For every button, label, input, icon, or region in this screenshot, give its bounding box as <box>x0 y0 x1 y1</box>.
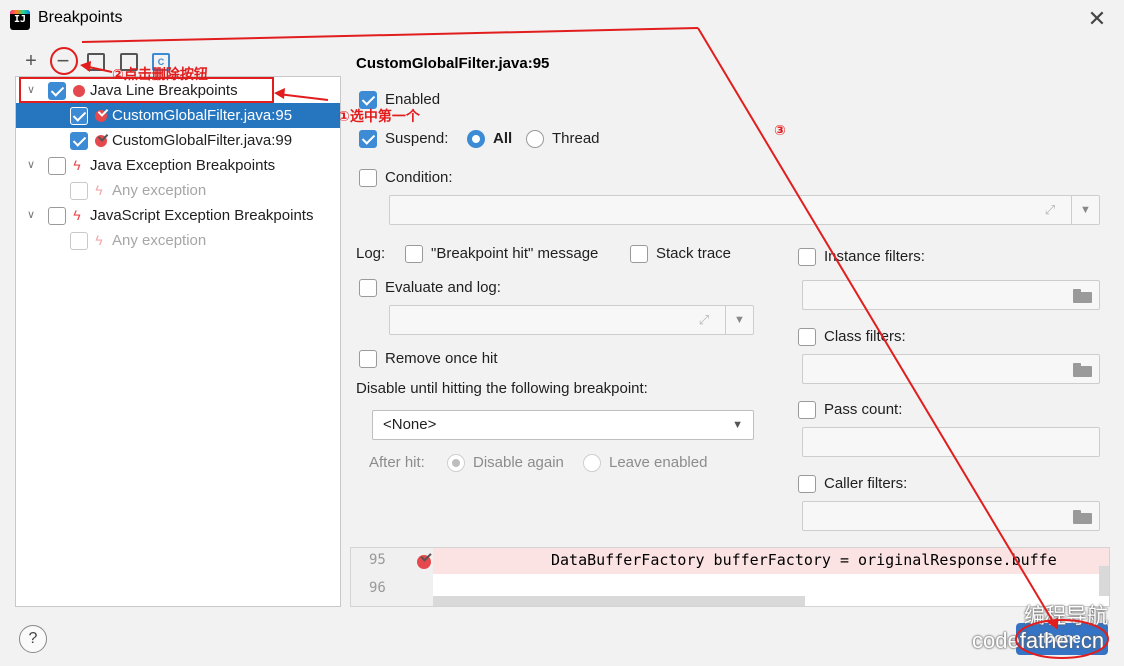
checkbox[interactable] <box>48 207 66 225</box>
annotation-step3: ③ <box>774 122 786 138</box>
log-message-label: "Breakpoint hit" message <box>431 245 599 262</box>
checkbox[interactable] <box>48 82 66 100</box>
checkbox[interactable] <box>798 475 816 493</box>
code-line-text: DataBufferFactory bufferFactory = origin… <box>551 551 1057 569</box>
window-title: Breakpoints <box>38 9 123 26</box>
checkbox[interactable] <box>359 169 377 187</box>
stack-trace-label: Stack trace <box>656 245 732 262</box>
chevron-down-icon[interactable]: ∨ <box>24 203 38 228</box>
leave-enabled-label: Leave enabled <box>609 454 708 471</box>
folder-icon[interactable] <box>1073 289 1093 303</box>
title-bar <box>0 0 1124 40</box>
tree-row-label: Java Exception Breakpoints <box>90 157 276 174</box>
suspend-label: Suspend: <box>385 130 449 147</box>
caller-filters-label: Caller filters: <box>824 475 908 492</box>
chevron-down-icon: ▼ <box>732 419 743 431</box>
tree-row-label: CustomGlobalFilter.java:95 <box>112 107 293 124</box>
checkbox[interactable] <box>359 130 377 148</box>
instance-filters-field[interactable] <box>802 280 1100 310</box>
condition-label: Condition: <box>385 169 453 186</box>
annotation-step1: ①选中第一个 <box>338 108 420 124</box>
pass-count-label: Pass count: <box>824 401 903 418</box>
annotation-step2: ②点击删除按钮 <box>112 66 208 82</box>
checkbox[interactable] <box>359 350 377 368</box>
line-breakpoint-icon <box>95 135 107 147</box>
log-label-row: Log: <box>356 243 385 265</box>
after-hit-label: After hit: <box>369 454 425 471</box>
lightning-icon: ϟ <box>73 207 81 223</box>
tree-row-label: CustomGlobalFilter.java:99 <box>112 132 293 149</box>
pass-count-field[interactable] <box>802 427 1100 457</box>
suspend-thread-label: Thread <box>552 130 600 147</box>
watermark-line2: codefather.cn <box>972 628 1105 653</box>
log-label: Log: <box>356 245 386 262</box>
close-icon[interactable]: ✕ <box>1086 6 1108 32</box>
condition-field[interactable]: ⤢ ▼ <box>389 195 1100 225</box>
suspend-all-label: All <box>493 130 513 147</box>
checkbox[interactable] <box>70 182 88 200</box>
remove-breakpoint-button[interactable]: − <box>52 50 74 72</box>
breakpoint-title: CustomGlobalFilter.java:95 <box>356 55 550 72</box>
tree-row-javascript-exception-breakpoints[interactable]: ∨ ϟ JavaScript Exception Breakpoints <box>16 203 340 228</box>
chevron-down-icon[interactable]: ▼ <box>1071 196 1099 224</box>
checkbox[interactable] <box>405 245 423 263</box>
tree-row-any-exception-js[interactable]: ϟ Any exception <box>16 228 340 253</box>
chevron-down-icon[interactable]: ▼ <box>725 306 753 334</box>
horizontal-scrollbar[interactable] <box>433 596 805 606</box>
chevron-down-icon[interactable]: ∨ <box>24 78 38 103</box>
class-filters-label: Class filters: <box>824 328 906 345</box>
radio-button[interactable] <box>447 454 465 472</box>
checkbox[interactable] <box>630 245 648 263</box>
checkbox[interactable] <box>48 157 66 175</box>
checkbox[interactable] <box>798 248 816 266</box>
lightning-icon: ϟ <box>73 157 81 173</box>
help-button[interactable]: ? <box>19 625 47 653</box>
add-breakpoint-button[interactable]: + <box>20 50 42 72</box>
radio-button[interactable] <box>583 454 601 472</box>
disable-again-label: Disable again <box>473 454 564 471</box>
disable-until-label: Disable until hitting the following brea… <box>356 380 648 397</box>
checkbox[interactable] <box>798 328 816 346</box>
instance-filters-label: Instance filters: <box>824 248 925 265</box>
class-filters-field[interactable] <box>802 354 1100 384</box>
tree-row-label: Any exception <box>112 182 207 199</box>
evaluate-log-field[interactable]: ⤢ ▼ <box>389 305 754 335</box>
disable-until-select[interactable]: <None> ▼ <box>372 410 754 440</box>
checkbox[interactable] <box>359 279 377 297</box>
lightning-icon: ϟ <box>95 232 103 248</box>
lightning-icon: ϟ <box>95 182 103 198</box>
line-breakpoint-icon <box>95 110 107 122</box>
vertical-scrollbar[interactable] <box>1099 566 1109 596</box>
disable-until-value: <None> <box>383 416 437 433</box>
intellij-app-icon: IJ <box>10 10 30 30</box>
tree-row-label: Any exception <box>112 232 207 249</box>
tree-row-breakpoint-99[interactable]: CustomGlobalFilter.java:99 <box>16 128 340 153</box>
tree-row-java-exception-breakpoints[interactable]: ∨ ϟ Java Exception Breakpoints <box>16 153 340 178</box>
line-breakpoint-icon <box>417 555 431 569</box>
group-by-package-icon[interactable] <box>87 53 105 71</box>
tree-row-label: JavaScript Exception Breakpoints <box>90 207 314 224</box>
line-number: 95 <box>369 552 386 568</box>
chevron-down-icon[interactable]: ∨ <box>24 153 38 178</box>
checkbox[interactable] <box>70 132 88 150</box>
folder-icon[interactable] <box>1073 363 1093 377</box>
radio-button[interactable] <box>467 130 485 148</box>
folder-icon[interactable] <box>1073 510 1093 524</box>
checkbox[interactable] <box>798 401 816 419</box>
tree-row-any-exception[interactable]: ϟ Any exception <box>16 178 340 203</box>
tree-row-breakpoint-95[interactable]: CustomGlobalFilter.java:95 <box>16 103 340 128</box>
checkbox[interactable] <box>70 107 88 125</box>
evaluate-log-label: Evaluate and log: <box>385 279 501 296</box>
expand-icon[interactable]: ⤢ <box>1042 202 1058 218</box>
breakpoint-dot-icon <box>73 85 85 97</box>
caller-filters-field[interactable] <box>802 501 1100 531</box>
watermark-line1: 编程导航 <box>1024 605 1108 628</box>
breakpoints-tree[interactable]: ∨ Java Line Breakpoints CustomGlobalFilt… <box>15 76 341 607</box>
remove-once-hit-label: Remove once hit <box>385 350 498 367</box>
radio-button[interactable] <box>526 130 544 148</box>
expand-icon[interactable]: ⤢ <box>696 312 712 328</box>
line-number: 96 <box>369 580 386 596</box>
checkbox[interactable] <box>70 232 88 250</box>
code-preview: 95 96 DataBufferFactory bufferFactory = … <box>350 547 1110 607</box>
